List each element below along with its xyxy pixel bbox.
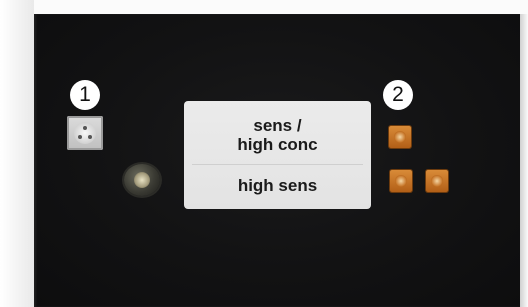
socket-pin: [88, 135, 92, 139]
bnc-connector-lower-left: [390, 170, 412, 192]
socket-pin: [83, 126, 87, 130]
label-high-sens: high sens: [237, 176, 318, 195]
left-housing-edge: [0, 0, 34, 307]
round-connector-pins: [134, 172, 150, 188]
mode-label-plate: sens / high conc high sens: [184, 101, 371, 209]
power-socket-face: [74, 122, 96, 144]
marker-1-badge: 1: [70, 80, 100, 110]
marker-2-badge: 2: [383, 80, 413, 110]
bnc-connector-lower-right: [426, 170, 448, 192]
label-divider: [192, 164, 363, 165]
bnc-connector-top: [389, 126, 411, 148]
photo-scene: 1 2 sens / high conc high sens: [0, 0, 528, 307]
bnc-connector-core: [394, 131, 406, 143]
socket-pin: [78, 135, 82, 139]
round-signal-connector: [124, 164, 160, 196]
bnc-connector-core: [395, 175, 407, 187]
label-sens-high-conc: sens / high conc: [237, 116, 318, 154]
bnc-connector-core: [431, 175, 443, 187]
right-panel-edge: [520, 14, 528, 307]
top-background: [34, 0, 528, 14]
power-socket-connector: [67, 116, 103, 150]
